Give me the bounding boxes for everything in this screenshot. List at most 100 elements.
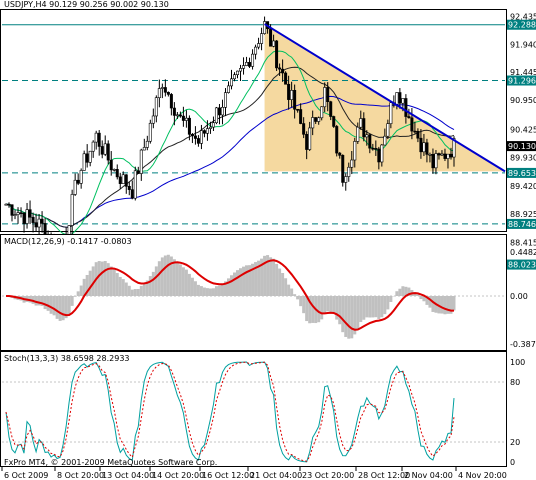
macd-bar xyxy=(172,259,176,296)
candle-body xyxy=(121,174,125,184)
candle-body xyxy=(226,85,230,93)
candle-body xyxy=(124,174,128,187)
candle-body xyxy=(416,131,420,139)
candle-body xyxy=(362,118,366,138)
macd-bar xyxy=(230,275,233,296)
price-tick-label: 90.950 xyxy=(510,96,536,105)
time-tick-label: 16 Oct 12:00 xyxy=(202,471,254,480)
candle-body xyxy=(398,92,402,104)
candle-body xyxy=(236,70,240,76)
candle-body xyxy=(431,154,435,169)
candle-body xyxy=(181,115,185,121)
candle-body xyxy=(245,62,249,66)
stochastic-tick-label: 20 xyxy=(510,438,520,447)
macd-bar xyxy=(76,291,80,296)
price-tag-label: 88.746 xyxy=(508,220,536,229)
macd-bar xyxy=(401,286,405,296)
macd-bar xyxy=(148,276,152,296)
candle-body xyxy=(97,132,101,147)
macd-bar xyxy=(88,270,92,296)
candle-body xyxy=(85,153,89,163)
macd-bar xyxy=(296,296,300,300)
macd-tick-label: -0.3878 xyxy=(510,340,536,349)
candle-body xyxy=(320,106,324,119)
macd-bar xyxy=(151,271,155,296)
candle-body xyxy=(401,98,405,104)
candle-body xyxy=(7,203,11,206)
time-tick-label: 2 Nov 04:00 xyxy=(404,471,453,480)
candle-body xyxy=(383,135,387,146)
candle-body xyxy=(326,87,330,103)
candle-body xyxy=(187,117,191,135)
macd-bar xyxy=(220,284,224,296)
time-tick-label: 8 Oct 20:00 xyxy=(57,471,104,480)
time-tick-label: 14 Oct 20:00 xyxy=(152,471,204,480)
candle-body xyxy=(88,150,92,163)
candle-body xyxy=(341,155,345,183)
candle-body xyxy=(335,126,339,154)
candle-body xyxy=(19,212,23,214)
macd-bar xyxy=(395,291,399,296)
macd-bar xyxy=(290,288,294,296)
candle-body xyxy=(193,135,197,139)
candle-body xyxy=(31,216,35,223)
macd-bar xyxy=(199,286,203,296)
candle-body xyxy=(112,169,116,171)
stochastic-title: Stoch(13,3,3) 38.6598 28.2933 xyxy=(4,354,130,363)
candle-body xyxy=(302,123,306,135)
macd-bar xyxy=(284,278,288,296)
macd-panel: MACD(12,26,9) -0.1417 -0.0803 xyxy=(0,234,507,351)
price-axis: 92.43591.94091.44590.95090.42589.93089.4… xyxy=(507,12,536,270)
macd-bar xyxy=(166,254,170,296)
candle-body xyxy=(305,134,309,150)
candle-body xyxy=(133,170,137,199)
time-tick-label: 21 Oct 04:00 xyxy=(250,471,302,480)
macd-bar xyxy=(386,296,390,310)
candle-body xyxy=(389,102,393,124)
macd-bar xyxy=(97,261,101,296)
candle-body xyxy=(118,176,122,184)
candle-body xyxy=(70,194,74,226)
macd-bar xyxy=(208,288,212,296)
candle-body xyxy=(196,138,200,144)
macd-bar xyxy=(278,268,282,296)
price-tick-label: 88.925 xyxy=(510,210,536,219)
candle-body xyxy=(395,92,399,105)
macd-bar xyxy=(338,296,342,325)
candle-body xyxy=(169,94,173,109)
candle-body xyxy=(338,152,342,156)
macd-bar xyxy=(443,296,447,315)
macd-bar xyxy=(362,296,366,320)
macd-bar xyxy=(371,296,375,318)
price-tick-label: 89.930 xyxy=(510,153,536,162)
candle-body xyxy=(425,142,429,155)
macd-bar xyxy=(293,294,297,296)
macd-bar xyxy=(142,283,146,296)
macd-bar xyxy=(115,272,119,296)
candle-body xyxy=(100,146,104,155)
candle-body xyxy=(145,140,149,148)
macd-bar xyxy=(55,296,59,319)
candle-body xyxy=(223,92,227,108)
candle-body xyxy=(317,117,321,122)
macd-bar xyxy=(136,289,140,296)
price-tag-label: 89.653 xyxy=(508,169,536,178)
candle-body xyxy=(130,189,134,199)
candle-body xyxy=(16,212,20,215)
macd-bar xyxy=(157,261,161,296)
candle-body xyxy=(404,98,408,117)
macd-bar xyxy=(275,263,279,296)
price-panel-frame xyxy=(0,9,507,232)
macd-bar xyxy=(350,296,354,339)
candle-body xyxy=(368,134,372,149)
candle-body xyxy=(166,91,170,95)
macd-bar xyxy=(61,296,65,321)
macd-bar xyxy=(359,296,363,323)
time-axis: 6 Oct 2009 8 Oct 20:0013 Oct 04:0014 Oct … xyxy=(1,467,507,480)
candle-body xyxy=(380,144,384,163)
time-tick-label: 6 Oct 2009 xyxy=(4,471,48,480)
macd-bar xyxy=(272,258,276,296)
candle-body xyxy=(287,83,291,100)
price-tick-label: 88.415 xyxy=(510,239,536,248)
candle-body xyxy=(76,179,80,184)
